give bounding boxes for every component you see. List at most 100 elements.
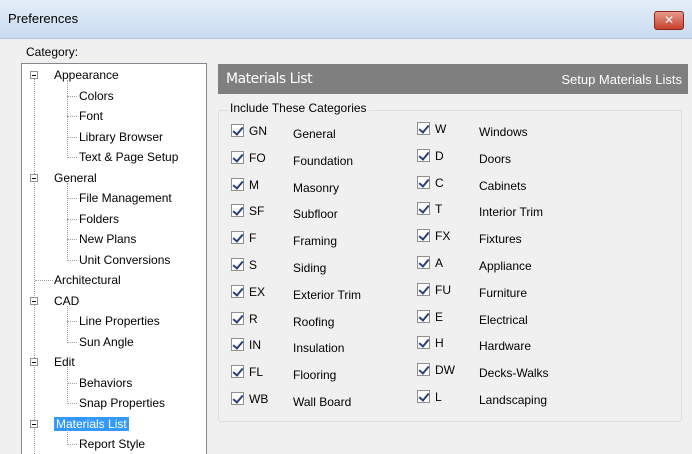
tree-item-colors[interactable]: Colors [79,87,114,105]
title-bar: Preferences ✕ [0,0,692,39]
tree-connector [67,259,77,261]
category-name: Roofing [293,314,335,329]
tree-item-label: Behaviors [79,375,133,390]
checkbox-f[interactable] [231,231,244,245]
tree-item-font[interactable]: Font [79,107,103,125]
checkbox-e[interactable] [417,309,430,323]
checkbox-r[interactable] [231,311,244,325]
tree-connector [67,444,77,445]
tree-item-label: Font [79,109,104,123]
tree-connector [67,367,68,404]
category-name: Subfloor [293,207,338,222]
checkbox-l[interactable] [417,390,430,403]
tree-item-file-management[interactable]: File Management [79,189,172,207]
close-button[interactable]: ✕ [654,11,684,30]
category-name: Siding [293,261,327,275]
tree-item-edit[interactable]: Edit [54,353,75,371]
category-tree[interactable]: Appearance Colors Font Library Browser Text … [21,63,207,454]
category-code: GN [249,124,267,138]
checkbox-fl[interactable] [231,365,244,379]
category-code: IN [249,338,261,353]
checkbox-a[interactable] [417,256,430,269]
category-name: General [293,127,336,141]
tree-item-label: Text & Page Setup [79,150,179,164]
collapse-toggle-icon[interactable] [30,296,38,305]
category-name: Flooring [293,368,337,383]
checkbox-gn[interactable] [231,124,244,137]
checkbox-wb[interactable] [231,392,244,405]
tree-item-report-style[interactable]: Report Style [79,435,145,453]
category-code: E [435,309,444,324]
tree-item-behaviors[interactable]: Behaviors [79,374,132,392]
checkbox-m[interactable] [231,177,244,191]
category-code: D [435,148,444,163]
tree-connector [34,78,35,454]
category-name: Landscaping [479,393,548,407]
category-name: Cabinets [479,178,527,193]
tree-connector [67,403,77,404]
tree-item-text-page-setup[interactable]: Text & Page Setup [79,148,178,166]
category-code: M [249,177,259,192]
tree-item-label: Appearance [54,68,119,82]
tree-item-label: Library Browser [79,129,164,144]
tree-item-label: Unit Conversions [79,252,171,267]
category-code: A [435,256,444,270]
tree-connector [67,428,68,445]
checkbox-fx[interactable] [417,229,430,243]
checkbox-ex[interactable] [231,284,244,298]
checkbox-t[interactable] [417,202,430,216]
collapse-toggle-icon[interactable] [30,419,38,428]
tree-item-label: Colors [79,88,114,103]
checkbox-fo[interactable] [231,150,244,164]
tree-connector [67,382,77,384]
checkbox-dw[interactable] [417,363,430,377]
tree-item-label: Snap Properties [79,396,166,410]
tree-item-label: New Plans [79,232,137,246]
tree-item-label: Edit [54,355,75,369]
checkbox-sf[interactable] [231,204,244,218]
category-name: Decks-Walks [479,366,549,381]
checkbox-c[interactable] [417,175,430,189]
tree-item-sun-angle[interactable]: Sun Angle [79,333,134,351]
tree-connector [67,239,77,240]
checkbox-h[interactable] [417,336,430,350]
category-code: FU [435,282,451,297]
tree-item-general[interactable]: General [54,169,97,187]
category-code: FX [435,229,451,244]
tree-item-new-plans[interactable]: New Plans [79,230,136,248]
tree-item-architectural[interactable]: Architectural [54,271,121,289]
category-name: Windows [479,125,528,139]
panel-header: Materials List Setup Materials Lists [218,64,688,94]
category-name: Fixtures [479,232,522,247]
collapse-toggle-icon[interactable] [30,173,38,182]
category-name: Masonry [293,180,340,195]
tree-item-materials-list[interactable]: Materials List [54,415,129,433]
tree-item-appearance[interactable]: Appearance [54,66,119,84]
tree-connector [67,182,68,261]
panel-subtitle: Setup Materials Lists [561,72,682,87]
tree-item-unit-conversions[interactable]: Unit Conversions [79,251,170,269]
tree-item-library-browser[interactable]: Library Browser [79,128,163,146]
tree-item-label: File Management [79,191,172,205]
category-name: Framing [293,234,338,249]
collapse-toggle-icon[interactable] [30,358,38,366]
tree-item-snap-properties[interactable]: Snap Properties [79,394,165,412]
category-code: FL [249,365,264,380]
tree-connector [67,95,77,97]
tree-item-line-properties[interactable]: Line Properties [79,312,160,330]
category-code: SF [249,204,265,219]
tree-item-folders[interactable]: Folders [79,210,119,228]
checkbox-s[interactable] [231,258,244,271]
checkbox-fu[interactable] [417,282,430,296]
category-code: WB [249,392,269,406]
checkbox-in[interactable] [231,338,244,352]
checkbox-w[interactable] [417,122,430,135]
category-name: Foundation [293,153,354,168]
tree-connector [67,116,77,117]
collapse-toggle-icon[interactable] [30,71,38,79]
tree-item-label: General [54,170,97,185]
tree-item-label: Line Properties [79,314,160,328]
checkbox-d[interactable] [417,148,430,162]
category-code: L [435,390,442,404]
category-code: FO [249,150,266,165]
